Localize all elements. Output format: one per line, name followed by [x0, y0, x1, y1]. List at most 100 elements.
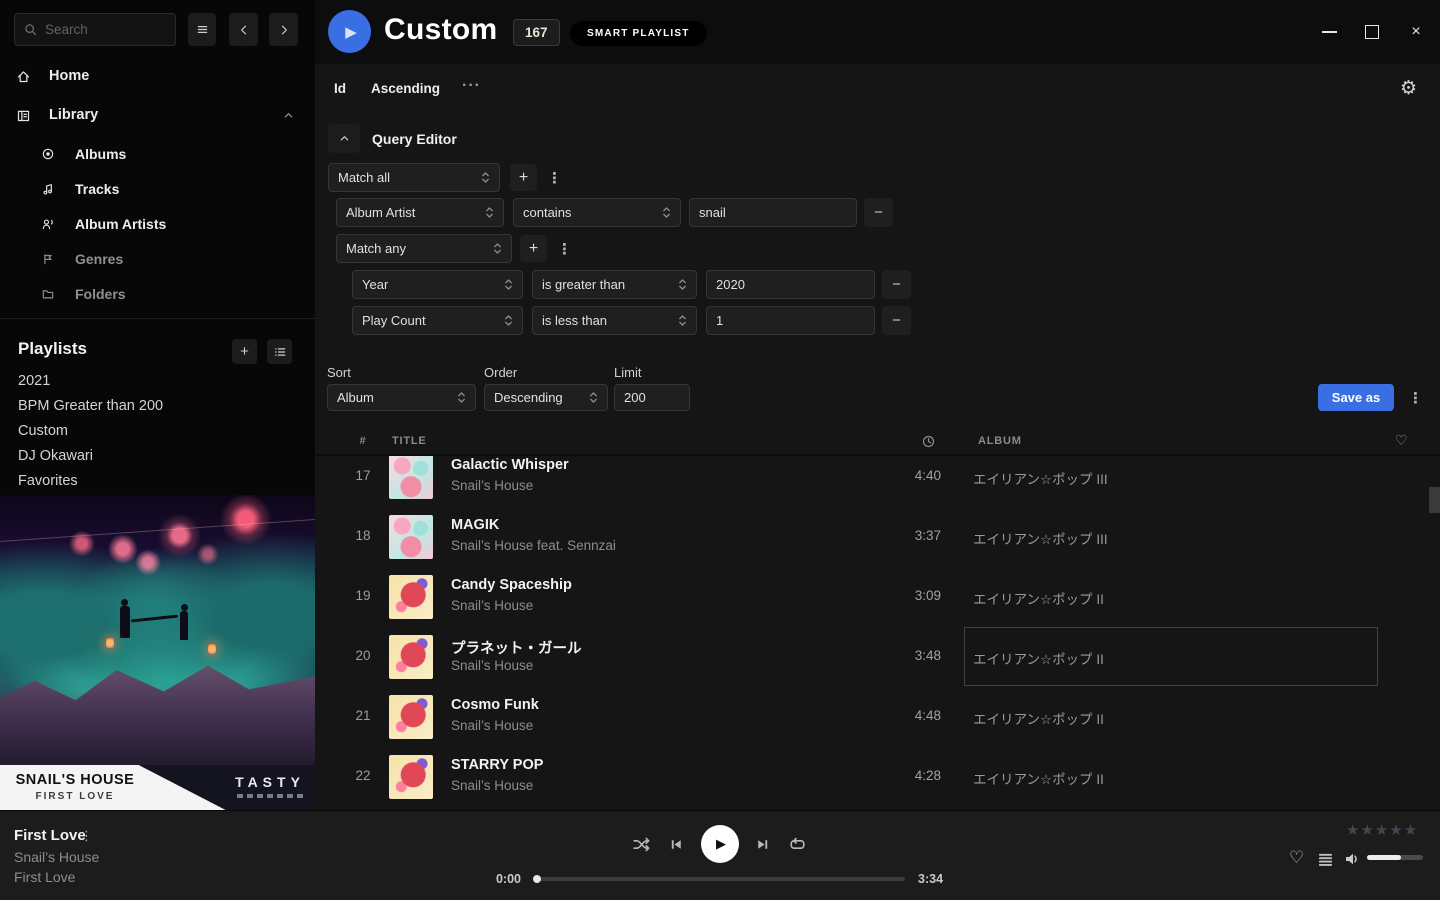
group-options-kebab[interactable]: ⋮: [557, 240, 572, 258]
more-options-button[interactable]: ···: [462, 77, 481, 95]
now-playing-artist[interactable]: Snail’s House: [14, 849, 99, 865]
table-row[interactable]: 18 MAGIK Snail’s House feat. Sennzai 3:3…: [315, 507, 1440, 567]
search-input[interactable]: [45, 22, 167, 37]
rule-value-input[interactable]: [689, 198, 857, 227]
add-playlist-button[interactable]: +: [232, 339, 257, 364]
sidebar-item-albums[interactable]: Albums: [0, 141, 315, 167]
remove-rule-button[interactable]: −: [882, 306, 911, 335]
favorite-column-heart-icon[interactable]: ♡: [1395, 432, 1408, 449]
match-type-select[interactable]: Match any: [336, 234, 512, 263]
play-pause-button[interactable]: ▶: [701, 825, 739, 863]
seek-slider[interactable]: [535, 877, 905, 881]
rule-field-select[interactable]: Play Count: [352, 306, 523, 335]
sidebar-item-album-artists[interactable]: Album Artists: [0, 211, 315, 237]
track-artist[interactable]: Snail’s House: [451, 718, 533, 733]
add-rule-button[interactable]: +: [520, 235, 547, 262]
playlist-item[interactable]: Custom: [18, 423, 288, 443]
star-icon[interactable]: ★: [1389, 821, 1402, 839]
playlist-item[interactable]: DJ Okawari: [18, 448, 288, 468]
table-row[interactable]: 22 STARRY POP Snail’s House 4:28 エイリアン☆ポ…: [315, 747, 1440, 807]
window-close-button[interactable]: ×: [1402, 18, 1430, 46]
volume-slider[interactable]: [1367, 855, 1423, 860]
scrollbar-thumb[interactable]: [1429, 487, 1440, 513]
now-playing-artwork[interactable]: SNAIL'S HOUSE FIRST LOVE TASTY: [0, 495, 315, 810]
track-title[interactable]: MAGIK: [451, 517, 499, 533]
track-album[interactable]: エイリアン☆ポップ II: [973, 588, 1104, 608]
now-playing-options-kebab[interactable]: ⋮: [80, 828, 93, 844]
column-album[interactable]: ALBUM: [978, 435, 1022, 447]
table-row[interactable]: 20 プラネット・ガール Snail’s House 3:48 エイリアン☆ポッ…: [315, 627, 1440, 687]
limit-input[interactable]: [614, 384, 690, 411]
playlist-item[interactable]: BPM Greater than 200: [18, 398, 288, 418]
play-playlist-button[interactable]: ▶: [328, 10, 371, 53]
rule-value-input[interactable]: [706, 270, 875, 299]
star-icon[interactable]: ★: [1360, 821, 1373, 839]
seek-thumb[interactable]: [533, 875, 541, 883]
add-rule-button[interactable]: +: [510, 164, 537, 191]
group-options-kebab[interactable]: ⋮: [547, 169, 562, 187]
playlist-list-button[interactable]: [267, 339, 292, 364]
track-artist[interactable]: Snail’s House: [451, 478, 533, 493]
column-index[interactable]: #: [343, 435, 383, 447]
track-title[interactable]: Cosmo Funk: [451, 697, 539, 713]
rule-operator-select[interactable]: is greater than: [532, 270, 697, 299]
match-type-select[interactable]: Match all: [328, 163, 500, 192]
track-artist[interactable]: Snail’s House: [451, 658, 533, 673]
nav-forward-button[interactable]: [269, 13, 298, 46]
star-icon[interactable]: ★: [1346, 821, 1359, 839]
order-select[interactable]: Descending: [484, 384, 608, 411]
repeat-button[interactable]: [788, 835, 807, 854]
column-title[interactable]: TITLE: [392, 435, 427, 447]
playlist-item[interactable]: Favorites: [18, 473, 288, 493]
rule-value-input[interactable]: [706, 306, 875, 335]
sort-field-button[interactable]: Id: [334, 81, 346, 96]
volume-icon[interactable]: [1343, 850, 1361, 868]
sidebar-item-home[interactable]: Home: [0, 63, 315, 89]
track-title[interactable]: プラネット・ガール: [451, 637, 582, 658]
remove-rule-button[interactable]: −: [882, 270, 911, 299]
track-title[interactable]: STARRY POP: [451, 757, 543, 773]
track-album[interactable]: エイリアン☆ポップ II: [973, 768, 1104, 788]
track-artist[interactable]: Snail’s House: [451, 778, 533, 793]
queue-button[interactable]: [1317, 851, 1334, 868]
table-row[interactable]: 19 Candy Spaceship Snail’s House 3:09 エイ…: [315, 567, 1440, 627]
window-maximize-button[interactable]: [1358, 18, 1386, 46]
nav-back-button[interactable]: [229, 13, 258, 46]
star-icon[interactable]: ★: [1375, 821, 1388, 839]
sort-direction-button[interactable]: Ascending: [371, 81, 440, 96]
menu-button[interactable]: [188, 13, 216, 46]
window-minimize-button[interactable]: [1315, 18, 1343, 46]
rule-operator-select[interactable]: is less than: [532, 306, 697, 335]
search-box[interactable]: [14, 13, 176, 46]
previous-track-button[interactable]: [668, 836, 685, 853]
sidebar-item-genres[interactable]: Genres: [0, 246, 315, 272]
save-as-button[interactable]: Save as: [1318, 384, 1394, 411]
now-playing-album[interactable]: First Love: [14, 869, 75, 885]
table-row[interactable]: 21 Cosmo Funk Snail’s House 4:48 エイリアン☆ポ…: [315, 687, 1440, 747]
star-icon[interactable]: ★: [1404, 821, 1417, 839]
next-track-button[interactable]: [754, 836, 771, 853]
track-title[interactable]: Candy Spaceship: [451, 577, 572, 593]
track-album[interactable]: エイリアン☆ポップ II: [973, 648, 1104, 668]
track-artist[interactable]: Snail’s House: [451, 598, 533, 613]
rule-operator-select[interactable]: contains: [513, 198, 681, 227]
favorite-heart-icon[interactable]: ♡: [1289, 848, 1304, 868]
sort-select[interactable]: Album: [327, 384, 476, 411]
rule-field-select[interactable]: Album Artist: [336, 198, 504, 227]
shuffle-button[interactable]: [632, 835, 651, 854]
query-editor-collapse-button[interactable]: [328, 124, 360, 153]
track-album[interactable]: エイリアン☆ポップ II: [973, 708, 1104, 728]
gear-icon[interactable]: ⚙: [1400, 77, 1417, 100]
duration-column-clock-icon[interactable]: [921, 434, 936, 449]
rule-field-select[interactable]: Year: [352, 270, 523, 299]
save-options-kebab[interactable]: ⋮: [1408, 389, 1423, 407]
track-album[interactable]: エイリアン☆ポップ III: [973, 528, 1108, 548]
track-title[interactable]: Galactic Whisper: [451, 457, 569, 473]
sidebar-item-library[interactable]: Library: [0, 102, 315, 128]
now-playing-title[interactable]: First Love: [14, 827, 86, 844]
remove-rule-button[interactable]: −: [864, 198, 893, 227]
playlist-item[interactable]: 2021: [18, 373, 288, 393]
sidebar-item-folders[interactable]: Folders: [0, 281, 315, 307]
track-artist[interactable]: Snail’s House feat. Sennzai: [451, 538, 616, 553]
table-row[interactable]: 17 Galactic Whisper Snail’s House 4:40 エ…: [315, 456, 1440, 507]
